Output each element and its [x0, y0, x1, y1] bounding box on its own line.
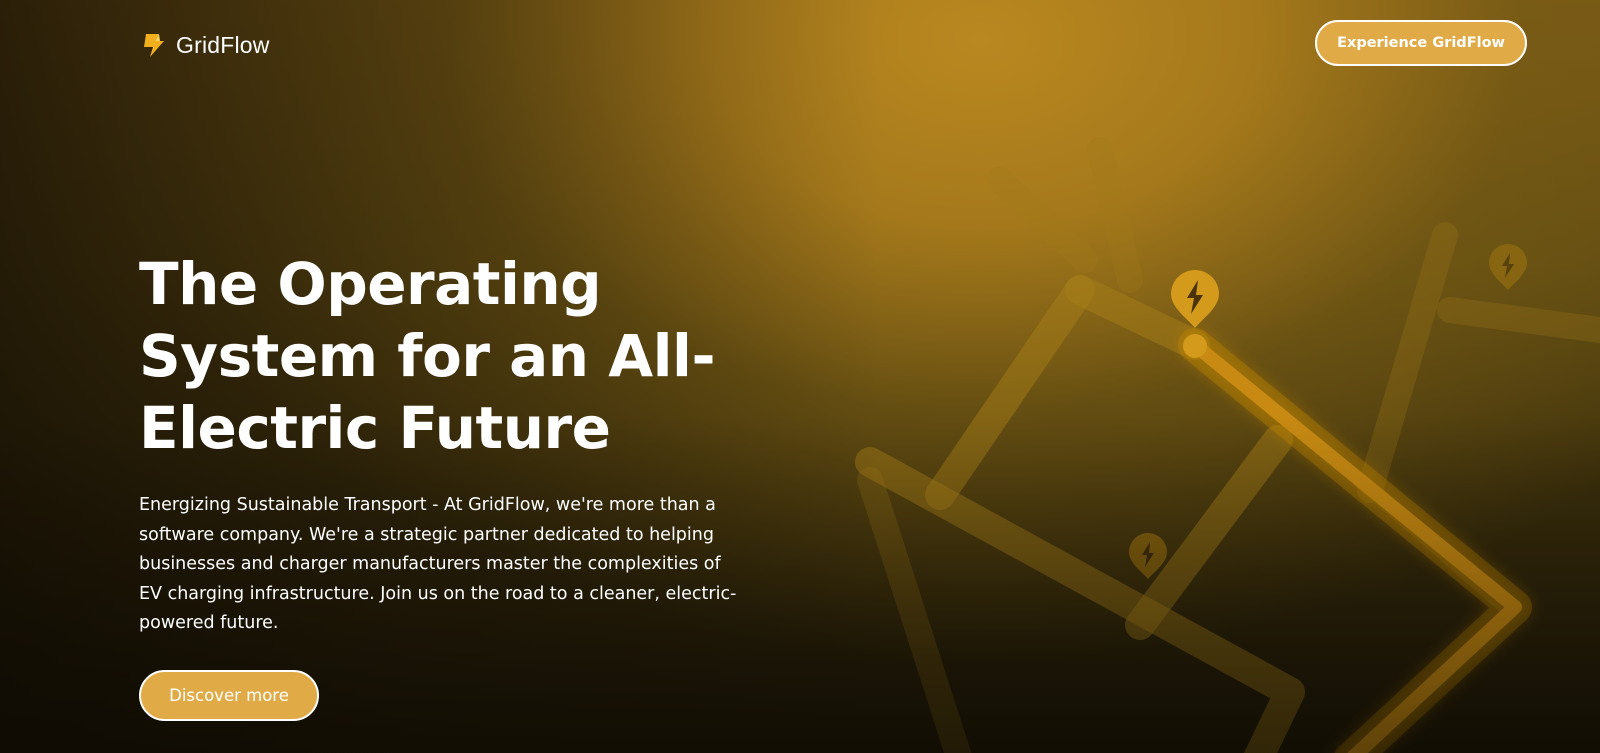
- map-pin-charging-icon: [1171, 270, 1219, 328]
- lightning-bolt-icon: [144, 34, 164, 57]
- brand-logo[interactable]: GridFlow: [139, 30, 270, 60]
- discover-more-button[interactable]: Discover more: [139, 670, 319, 721]
- experience-gridflow-button[interactable]: Experience GridFlow: [1315, 20, 1527, 66]
- hero-section: GridFlow Experience GridFlow The Operati…: [0, 0, 1600, 753]
- site-header: GridFlow Experience GridFlow: [139, 20, 1527, 66]
- highlighted-route: [1178, 328, 1532, 753]
- hero-description: Energizing Sustainable Transport - At Gr…: [139, 495, 737, 633]
- hero-headline: The Operating System for an All-Electric…: [139, 250, 716, 462]
- brand-name: GridFlow: [176, 31, 270, 58]
- map-pin-charging-icon: [1489, 244, 1527, 290]
